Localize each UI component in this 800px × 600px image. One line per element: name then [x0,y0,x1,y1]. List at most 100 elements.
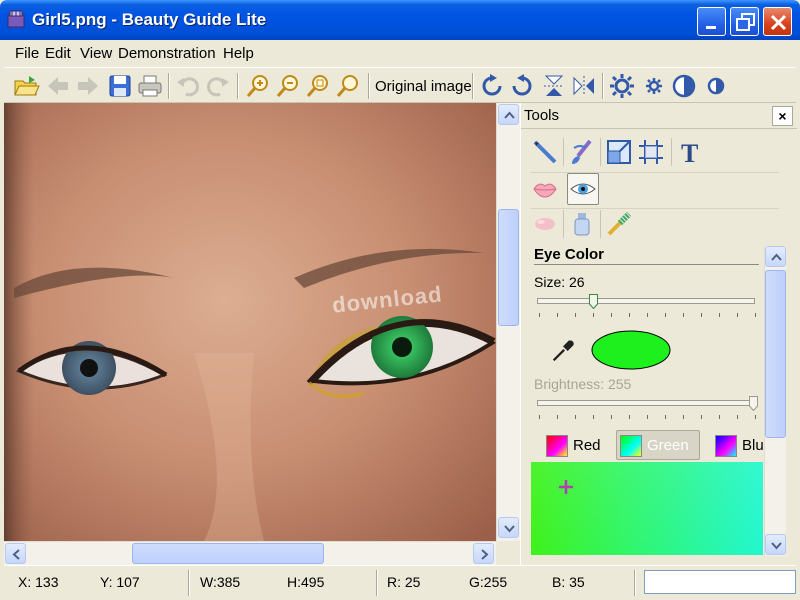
pencil-icon[interactable] [531,138,559,166]
section-underline [534,264,759,265]
status-red: R: 25 [387,574,421,590]
tool-separator [563,210,564,238]
status-separator [634,570,636,596]
tool-separator [600,138,601,166]
text-icon[interactable]: T [677,138,705,168]
scroll-up-button[interactable] [765,246,786,267]
status-height: H:495 [287,574,325,590]
flip-horizontal-icon[interactable] [570,72,598,100]
brightness-slider-thumb[interactable] [749,396,758,412]
tool-separator [600,210,601,238]
size-slider-track[interactable] [537,298,755,304]
resize-icon[interactable] [605,138,633,166]
scroll-right-button[interactable] [473,543,494,564]
tool-separator [563,138,564,166]
toolbar: Original image [4,67,796,103]
scroll-thumb[interactable] [498,209,519,326]
rotate-cw-icon[interactable] [478,72,506,100]
zoom-actual-icon[interactable] [334,72,362,100]
scroll-up-button[interactable] [498,104,519,125]
flip-vertical-icon[interactable] [540,72,568,100]
blush-icon[interactable] [531,210,559,238]
lips-icon[interactable] [531,175,559,203]
minimize-button[interactable] [697,7,726,36]
original-image-button[interactable]: Original image [375,78,472,95]
toolbar-separator [168,73,170,99]
eye-icon[interactable] [567,173,599,205]
status-separator [376,570,378,596]
scroll-down-button[interactable] [498,517,519,538]
size-value: 26 [569,274,585,290]
brightness-small-icon[interactable] [640,72,668,100]
brightness-label: Brightness: 255 [534,376,632,392]
brightness-slider-ticks [539,415,757,419]
menu-help[interactable]: Help [223,45,254,62]
contrast-icon[interactable] [670,72,698,100]
forward-arrow-icon[interactable] [74,72,102,100]
green-gradient-icon [620,435,642,457]
tools-panel: Tools × T Eye Color Size: 26 Brightness:… [520,103,797,565]
status-width: W:385 [200,574,241,590]
red-gradient-icon [546,435,568,457]
tools-vertical-scrollbar[interactable] [764,246,786,556]
open-icon[interactable] [12,72,40,100]
scroll-left-button[interactable] [5,543,26,564]
color-tab-red[interactable]: Red [543,431,607,461]
contrast-small-icon[interactable] [702,72,730,100]
scroll-corner [496,541,520,565]
status-x: X: 133 [18,574,59,590]
scroll-thumb[interactable] [132,543,324,564]
mascara-brush-icon[interactable] [605,210,633,238]
maximize-button[interactable] [730,7,759,36]
picker-crosshair-icon [559,480,573,494]
svg-text:T: T [681,139,698,166]
section-title: Eye Color [534,246,605,263]
foundation-bottle-icon[interactable] [568,210,596,238]
menu-demonstration[interactable]: Demonstration [118,45,216,62]
save-icon[interactable] [106,72,134,100]
status-y: Y: 107 [100,574,140,590]
size-slider-ticks [539,313,757,317]
blue-gradient-icon [715,435,737,457]
zoom-out-icon[interactable] [274,72,302,100]
size-slider-thumb[interactable] [589,294,598,310]
undo-icon[interactable] [174,72,202,100]
back-arrow-icon[interactable] [44,72,72,100]
menu-edit[interactable]: Edit [45,45,71,62]
canvas-horizontal-scrollbar[interactable] [4,541,496,565]
tools-close-button[interactable]: × [772,106,793,126]
toolbar-separator [602,73,604,99]
color-tab-green[interactable]: Green [616,430,700,460]
close-button[interactable] [763,7,792,36]
tools-title: Tools [524,107,560,124]
color-tab-blue[interactable]: Blu [712,431,764,461]
zoom-in-icon[interactable] [244,72,272,100]
rotate-ccw-icon[interactable] [508,72,536,100]
eyedropper-icon[interactable] [549,337,574,362]
menu-file[interactable]: File [15,45,39,62]
tools-header: Tools × [521,103,797,129]
status-bar: X: 133 Y: 107 W:385 H:495 R: 25 G:255 B:… [4,565,796,600]
tool-separator [671,138,672,166]
crop-icon[interactable] [637,138,665,166]
brightness-icon[interactable] [608,72,636,100]
menu-view[interactable]: View [80,45,112,62]
redo-icon[interactable] [204,72,232,100]
toolbar-separator [237,73,239,99]
selected-color-swatch[interactable] [591,330,671,370]
window-title: Girl5.png - Beauty Guide Lite [32,10,267,29]
scroll-down-button[interactable] [765,534,786,555]
zoom-fit-icon[interactable] [304,72,332,100]
toolbar-separator [472,73,474,99]
color-picker-area[interactable] [531,462,763,555]
toolbar-separator [368,73,370,99]
retouch-brush-icon[interactable] [568,138,596,166]
scroll-thumb[interactable] [765,270,786,438]
status-green: G:255 [469,574,508,590]
menu-bar: File Edit View Demonstration Help [4,40,796,67]
brightness-slider-track[interactable] [537,400,755,406]
status-progress-box [644,570,796,594]
image-canvas[interactable]: download [4,103,496,541]
canvas-vertical-scrollbar[interactable] [496,103,520,541]
print-icon[interactable] [136,72,164,100]
